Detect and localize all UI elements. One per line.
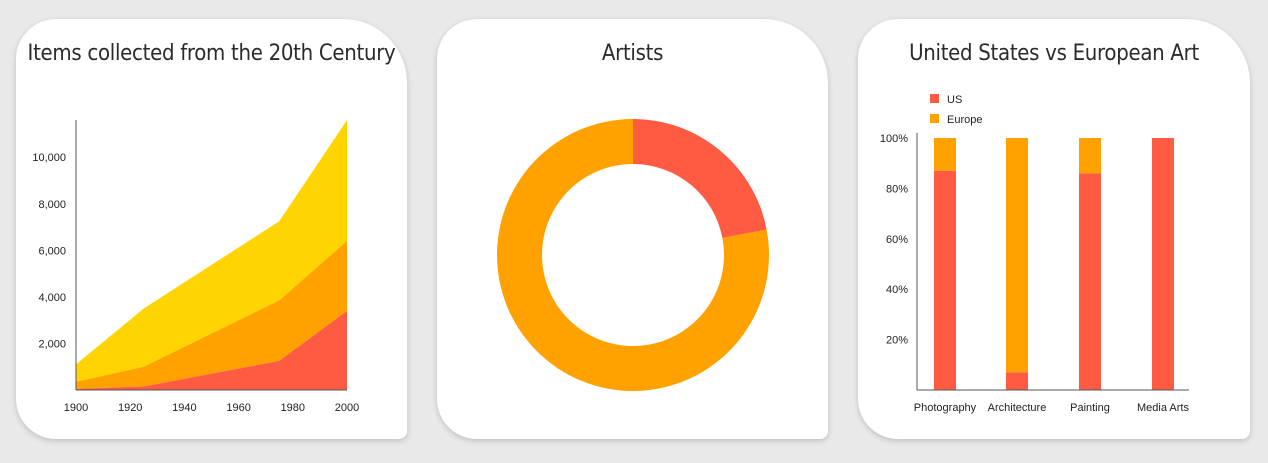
bar-us-architecture bbox=[1006, 372, 1028, 390]
y-tick-label: 60% bbox=[886, 234, 908, 246]
area-chart: 2,000 4,000 6,000 8,000 10,000 1900 1920 1940 19… bbox=[32, 120, 359, 414]
x-tick-label: 1960 bbox=[226, 402, 250, 414]
y-tick-label: 80% bbox=[886, 183, 908, 195]
donut-slice-1 bbox=[633, 119, 767, 238]
bar-chart: Photography Architecture Painting Media Art… bbox=[880, 94, 1189, 414]
bar-us-painting bbox=[1079, 173, 1101, 390]
x-tick-label: 2000 bbox=[335, 402, 359, 414]
y-tick-label: 6,000 bbox=[38, 245, 66, 257]
donut-chart-card: Artists bbox=[437, 19, 828, 439]
bar-europe-architecture bbox=[1006, 138, 1028, 373]
y-tick-label: 100% bbox=[880, 133, 908, 145]
area-chart-card: Items collected from the 20th Century 2,… bbox=[16, 19, 407, 439]
y-tick-label: 20% bbox=[886, 335, 908, 347]
y-tick-label: 40% bbox=[886, 284, 908, 296]
x-category-label: Painting bbox=[1070, 402, 1110, 414]
bar-europe-painting bbox=[1079, 138, 1101, 174]
x-tick-label: 1900 bbox=[64, 402, 88, 414]
x-category-label: Architecture bbox=[988, 402, 1047, 414]
bar-us-photography bbox=[934, 170, 956, 390]
bar-europe-photography bbox=[934, 138, 956, 171]
donut-chart bbox=[496, 119, 769, 391]
bar-us-media-arts bbox=[1152, 138, 1174, 390]
legend-swatch-europe bbox=[930, 114, 939, 123]
legend-label-europe: Europe bbox=[947, 114, 982, 126]
x-tick-label: 1940 bbox=[172, 402, 196, 414]
x-tick-label: 1920 bbox=[118, 402, 142, 414]
legend-label-us: US bbox=[947, 94, 962, 106]
y-tick-label: 8,000 bbox=[38, 199, 66, 211]
y-tick-label: 4,000 bbox=[38, 292, 66, 304]
bar-chart-card: United States vs European Art Photograph… bbox=[858, 19, 1250, 439]
x-category-label: Media Arts bbox=[1137, 402, 1189, 414]
y-tick-label: 10,000 bbox=[32, 152, 66, 164]
y-tick-label: 2,000 bbox=[38, 338, 66, 350]
x-category-label: Photography bbox=[914, 402, 977, 414]
x-tick-label: 1980 bbox=[281, 402, 305, 414]
legend-swatch-us bbox=[930, 94, 939, 103]
